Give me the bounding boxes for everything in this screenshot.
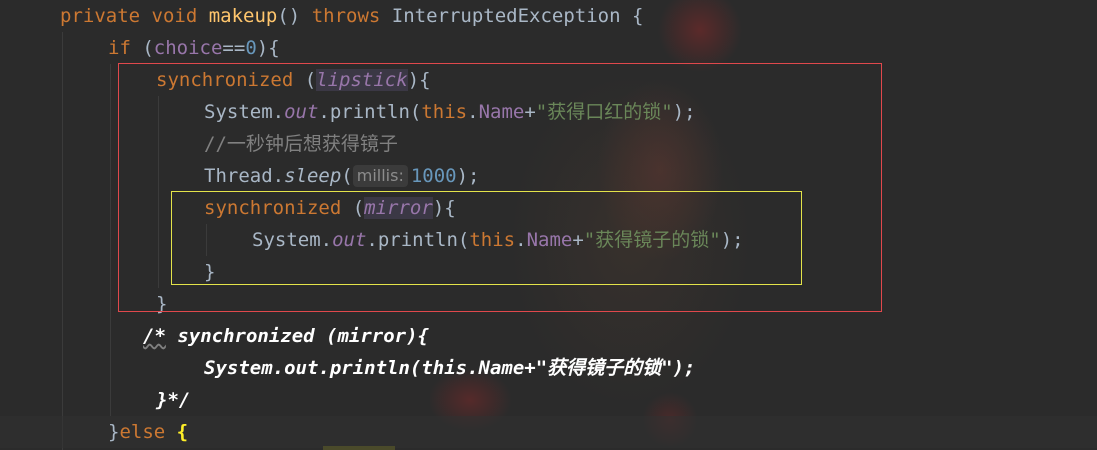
block-comment-close: }*/: [156, 389, 191, 411]
keyword-void: void: [151, 5, 209, 27]
block-comment-open: /*: [143, 325, 166, 347]
code-line-12[interactable]: System.out.println(this.Name+"获得镜子的锁");: [0, 352, 1097, 384]
code-punct: ){: [256, 37, 280, 59]
code-operator: ==: [222, 37, 246, 59]
code-editor[interactable]: private void makeup() throws Interrupted…: [0, 0, 1097, 450]
block-comment-text: synchronized (mirror){: [165, 325, 429, 347]
block-comment-text: System.out.println(this.Name+"获得镜子的锁");: [204, 357, 696, 379]
field-choice: choice: [153, 37, 223, 59]
closing-brace: }: [108, 421, 120, 443]
keyword-throws: throws: [311, 5, 392, 27]
method-name: makeup: [208, 5, 278, 27]
exception-type: InterruptedException {: [391, 5, 644, 27]
keyword-if: if: [108, 37, 143, 59]
code-line-14[interactable]: }else {: [0, 416, 1097, 448]
code-punct: (: [142, 37, 154, 59]
code-line-2[interactable]: if (choice==0){: [0, 32, 1097, 64]
number-literal: 0: [245, 37, 257, 59]
scroll-marker: [323, 446, 395, 450]
matched-brace: {: [176, 421, 189, 443]
code-punct: (): [277, 5, 312, 27]
keyword-private: private: [60, 5, 152, 27]
code-line-1[interactable]: private void makeup() throws Interrupted…: [0, 0, 1097, 32]
code-line-11[interactable]: /* synchronized (mirror){: [0, 320, 1097, 352]
inner-lock-annotation-box: [171, 191, 802, 285]
code-line-13[interactable]: }*/: [0, 384, 1097, 416]
keyword-else: else: [119, 421, 177, 443]
